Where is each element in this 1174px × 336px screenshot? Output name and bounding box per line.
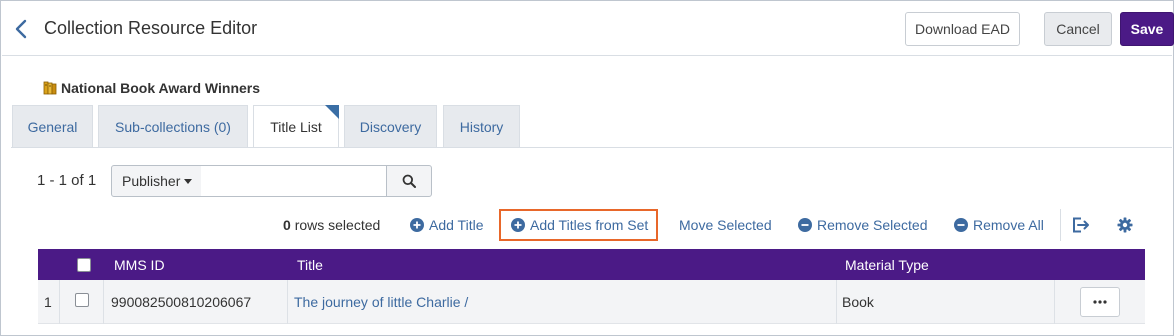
column-header-material-type[interactable]: Material Type [845,257,929,273]
move-selected-label: Move Selected [679,217,772,233]
table-row: 1 990082500810206067 The journey of litt… [38,280,1145,324]
column-divider [287,280,288,324]
search-button[interactable] [386,165,432,197]
column-header-mms-id[interactable]: MMS ID [114,257,165,273]
column-header-title[interactable]: Title [297,257,323,273]
add-titles-from-set-label: Add Titles from Set [530,217,649,233]
search-field-dropdown[interactable]: Publisher [111,165,202,197]
export-icon[interactable] [1071,215,1091,235]
tab-title-list[interactable]: Title List [253,105,339,148]
rows-selected-indicator: 0 rows selected [283,217,380,233]
minus-circle-icon [954,218,968,232]
remove-selected-label: Remove Selected [817,217,928,233]
remove-all-label: Remove All [973,217,1044,233]
row-checkbox[interactable] [75,293,89,307]
minus-circle-icon [798,218,812,232]
column-divider [836,280,837,324]
collection-name: National Book Award Winners [61,80,261,96]
rows-selected-count: 0 [283,217,291,233]
rows-selected-label: rows selected [294,217,381,233]
row-actions-button[interactable] [1080,287,1120,317]
row-title-link[interactable]: The journey of little Charlie / [294,294,468,310]
plus-circle-icon [410,218,424,232]
search-field-label: Publisher [122,173,181,189]
tabs-divider [11,147,1172,148]
search-input[interactable] [201,165,387,197]
page-title: Collection Resource Editor [44,18,258,38]
tab-history[interactable]: History [443,105,520,147]
save-button[interactable]: Save [1120,12,1174,46]
column-divider [59,280,60,324]
collection-icon [43,81,57,95]
search-icon [402,174,416,188]
add-title-button[interactable]: Add Title [410,209,483,241]
more-options-icon [1093,300,1107,304]
row-material-type: Book [842,294,874,310]
tab-general[interactable]: General [12,105,93,147]
select-all-checkbox[interactable] [77,258,91,272]
tab-title-list-label: Title List [270,119,322,135]
row-index: 1 [44,294,52,310]
tab-discovery[interactable]: Discovery [344,105,437,147]
pagination-count: 1 - 1 of 1 [37,172,97,189]
add-title-label: Add Title [429,217,484,233]
tab-sub-collections[interactable]: Sub-collections (0) [98,105,248,147]
caret-down-icon [184,178,193,184]
editor-frame: Collection Resource Editor Download EAD … [0,0,1174,336]
row-mms-id: 990082500810206067 [111,294,252,310]
move-selected-button[interactable]: Move Selected [679,209,772,241]
toolbar-divider [1060,209,1061,241]
collection-heading: National Book Award Winners [43,80,260,96]
cancel-button[interactable]: Cancel [1044,12,1112,46]
remove-all-button[interactable]: Remove All [954,209,1044,241]
column-divider [1054,280,1055,324]
column-divider [103,280,104,324]
download-ead-button[interactable]: Download EAD [905,12,1020,46]
header-bar: Collection Resource Editor Download EAD … [2,2,1174,56]
add-titles-from-set-button[interactable]: Add Titles from Set [499,209,659,241]
plus-circle-icon [511,218,525,232]
gear-icon[interactable] [1115,215,1135,235]
remove-selected-button[interactable]: Remove Selected [798,209,928,241]
active-tab-corner-marker [325,105,339,119]
back-arrow-icon[interactable] [10,16,32,42]
table-header: MMS ID Title Material Type [38,249,1145,280]
